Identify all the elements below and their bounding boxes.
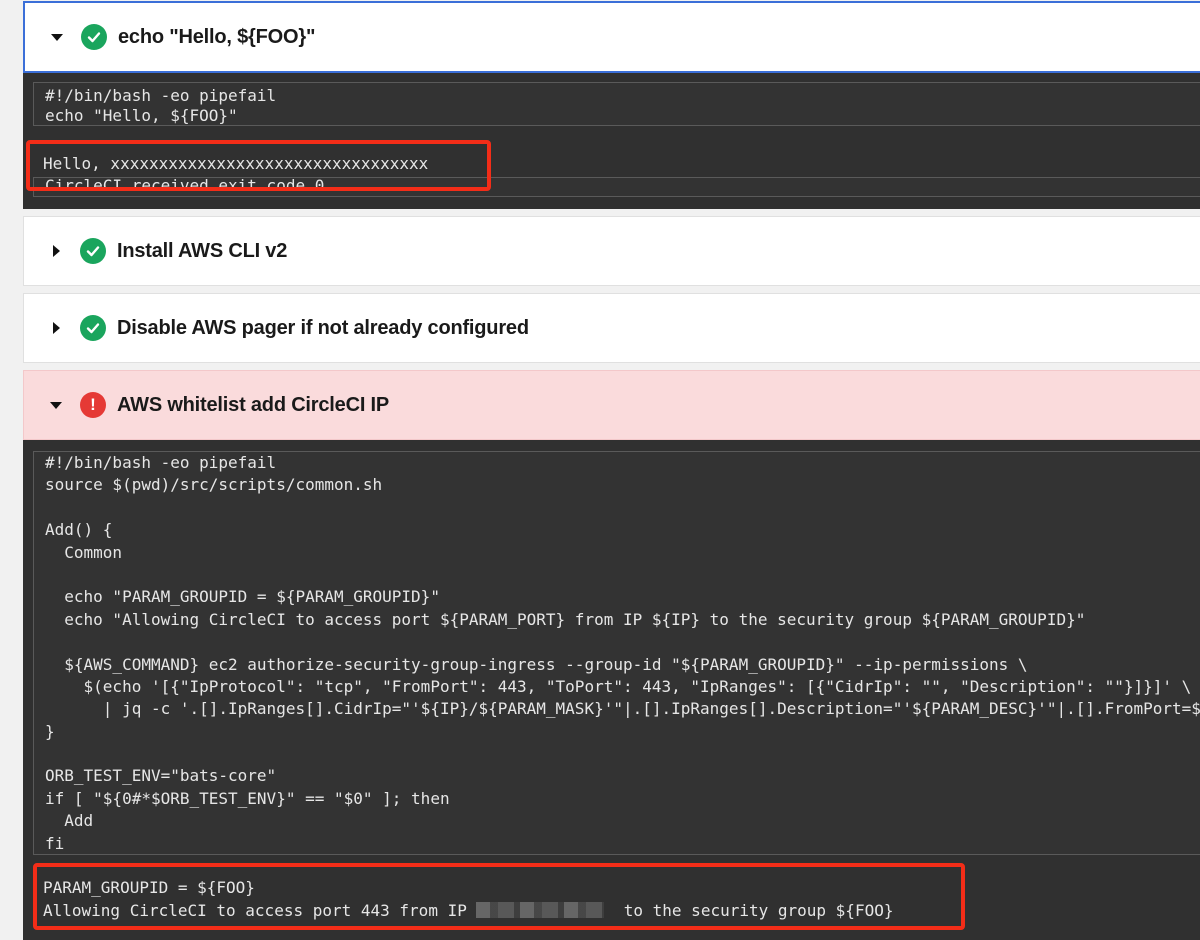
step-title: Install AWS CLI v2: [117, 239, 288, 262]
code-line: echo "PARAM_GROUPID = ${PARAM_GROUPID}": [45, 587, 440, 607]
code-line: Common: [45, 542, 123, 562]
code-line: }: [45, 721, 55, 741]
step-title: Disable AWS pager if not already configu…: [117, 316, 529, 339]
step-header-install-aws-cli[interactable]: Install AWS CLI v2: [23, 216, 1200, 286]
exclamation-circle-icon: !: [80, 392, 106, 418]
code-line: $(echo '[{"IpProtocol": "tcp", "FromPort…: [45, 676, 1192, 696]
caret-down-icon[interactable]: [50, 401, 62, 409]
step-title: AWS whitelist add CircleCI IP: [117, 393, 390, 416]
code-line: ${AWS_COMMAND} ec2 authorize-security-gr…: [45, 654, 1028, 674]
code-line: source $(pwd)/src/scripts/common.sh: [45, 475, 383, 495]
caret-right-icon[interactable]: [53, 322, 60, 334]
code-line: echo "Allowing CircleCI to access port $…: [45, 609, 1086, 629]
caret-down-icon[interactable]: [51, 33, 63, 41]
check-circle-icon: [80, 315, 106, 341]
code-line: if [ "${0#*$ORB_TEST_ENV}" == "$0" ]; th…: [45, 788, 450, 808]
step-title: echo "Hello, ${FOO}": [118, 25, 316, 48]
command-box: #!/bin/bash -eo pipefail echo "Hello, ${…: [33, 82, 1200, 126]
code-line: #!/bin/bash -eo pipefail: [45, 453, 277, 472]
step-header-aws-whitelist[interactable]: ! AWS whitelist add CircleCI IP: [23, 370, 1200, 440]
code-line: fi: [45, 833, 65, 853]
highlight-box: [33, 863, 965, 930]
check-circle-icon: [81, 24, 107, 50]
code-line: Add() {: [45, 520, 113, 540]
code-line: ORB_TEST_ENV="bats-core": [45, 766, 277, 786]
highlight-box: [26, 140, 491, 191]
step-header-disable-aws-pager[interactable]: Disable AWS pager if not already configu…: [23, 293, 1200, 363]
check-circle-icon: [80, 238, 106, 264]
code-line: Add: [45, 811, 94, 831]
code-line: | jq -c '.[].IpRanges[].CidrIp="'${IP}/$…: [102, 699, 1200, 719]
caret-right-icon[interactable]: [53, 245, 60, 257]
code-line: #!/bin/bash -eo pipefail: [45, 86, 277, 105]
code-line: echo "Hello, ${FOO}": [45, 106, 238, 126]
step-header-echo[interactable]: echo "Hello, ${FOO}": [23, 1, 1200, 73]
command-box: #!/bin/bash -eo pipefail source $(pwd)/s…: [33, 451, 1200, 855]
